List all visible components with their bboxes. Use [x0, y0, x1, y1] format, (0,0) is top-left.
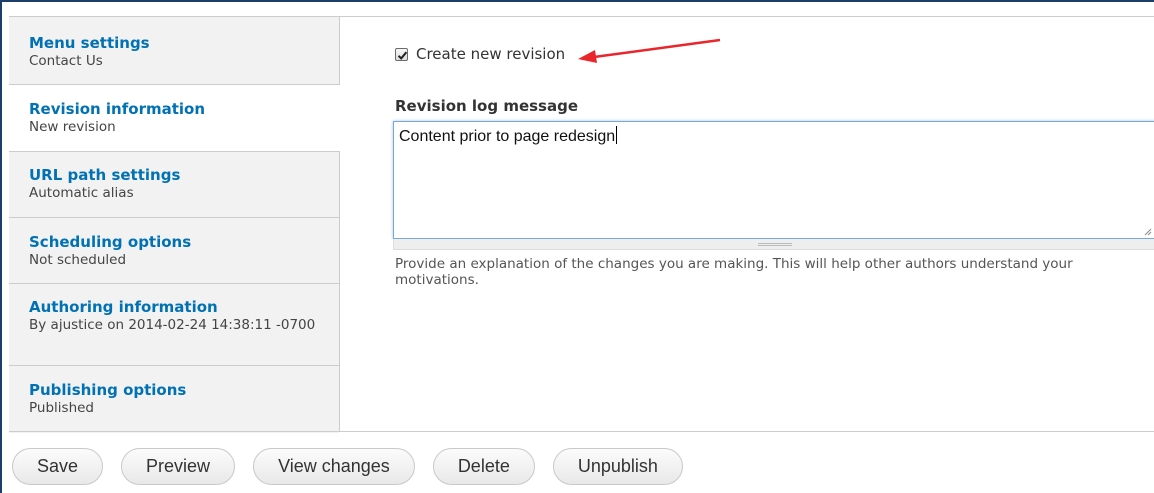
vtab-authoring-information[interactable]: Authoring information By ajustice on 201… [9, 284, 339, 366]
vtab-pane-revision-information: Create new revision Revision log message… [340, 16, 1154, 432]
revision-log-textarea[interactable]: Content prior to page redesign [393, 121, 1154, 239]
textarea-grippie[interactable] [393, 239, 1154, 250]
node-edit-form: Menu settings Contact Us Revision inform… [0, 0, 1154, 493]
vtab-scheduling-options[interactable]: Scheduling options Not scheduled [9, 218, 339, 284]
unpublish-button[interactable]: Unpublish [552, 448, 683, 485]
actions-divider [9, 431, 1154, 432]
revision-log-title: Revision log message [395, 97, 579, 115]
preview-button[interactable]: Preview [121, 448, 236, 485]
text-caret [616, 126, 618, 144]
create-new-revision-label[interactable]: Create new revision [416, 45, 565, 63]
vtab-menu-settings[interactable]: Menu settings Contact Us [9, 17, 339, 85]
vtab-url-path-settings[interactable]: URL path settings Automatic alias [9, 152, 339, 218]
resize-handle-icon[interactable] [1144, 228, 1152, 236]
view-changes-button[interactable]: View changes [253, 448, 415, 485]
annotation-arrow-icon [578, 38, 721, 63]
vtab-title: Menu settings [29, 34, 150, 52]
vtab-publishing-options[interactable]: Publishing options Published [9, 366, 339, 433]
revision-log-description: Provide an explanation of the changes yo… [395, 256, 1073, 288]
checkmark-icon [397, 51, 408, 60]
vtab-summary: New revision [29, 119, 116, 135]
save-button[interactable]: Save [12, 448, 104, 485]
revision-log-field: Content prior to page redesign [393, 121, 1154, 250]
form-actions: Save Preview View changes Delete Unpubli… [12, 448, 683, 485]
create-new-revision-row: Create new revision [395, 45, 565, 63]
vtab-title: Scheduling options [29, 233, 192, 251]
vtab-summary: Contact Us [29, 53, 103, 69]
revision-log-value: Content prior to page redesign [399, 128, 616, 145]
vtab-title: Publishing options [29, 381, 187, 399]
vtab-summary: Published [29, 400, 94, 416]
vtab-title: Revision information [29, 100, 206, 118]
vtab-title: URL path settings [29, 166, 181, 184]
vertical-tabs: Menu settings Contact Us Revision inform… [9, 16, 340, 433]
vtab-summary: Not scheduled [29, 252, 127, 268]
vtab-summary: By ajustice on 2014-02-24 14:38:11 -0700 [29, 317, 316, 333]
delete-button[interactable]: Delete [432, 448, 535, 485]
vtab-title: Authoring information [29, 298, 218, 316]
create-new-revision-checkbox[interactable] [395, 47, 408, 61]
grip-icon [758, 243, 792, 246]
vtab-revision-information[interactable]: Revision information New revision [9, 85, 340, 152]
vtab-summary: Automatic alias [29, 185, 134, 201]
